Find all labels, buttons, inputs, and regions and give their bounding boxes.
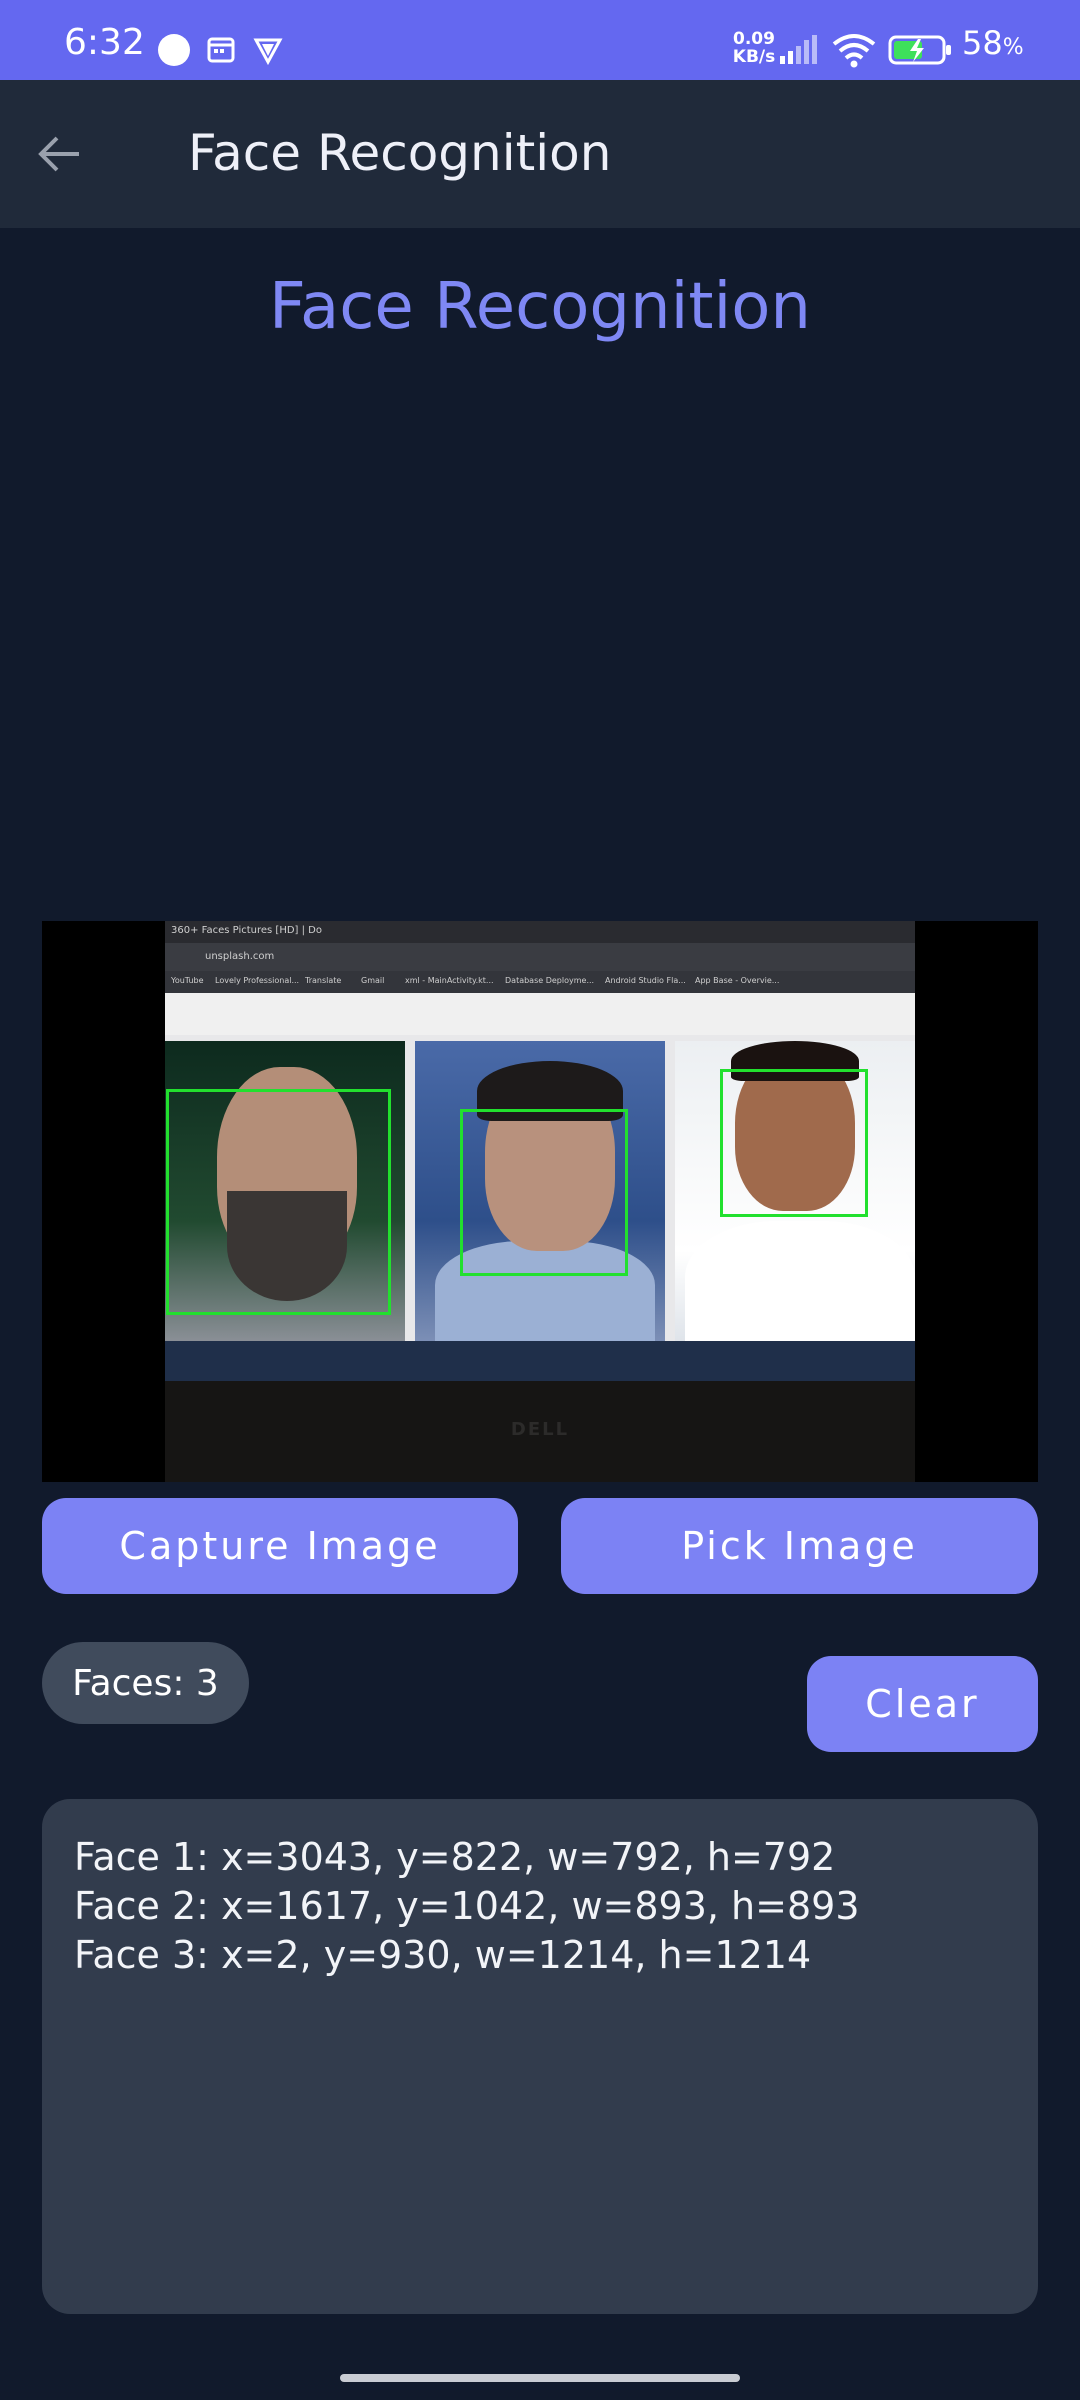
home-indicator[interactable] — [340, 2374, 740, 2382]
photo-bookmark: Lovely Professional... — [215, 976, 300, 985]
result-line: Face 3: x=2, y=930, w=1214, h=1214 — [74, 1933, 812, 1977]
photo-bookmark: YouTube — [171, 976, 204, 985]
results-panel: Face 1: x=3043, y=822, w=792, h=792 Face… — [42, 1799, 1038, 2314]
battery-charging-icon — [888, 35, 951, 65]
photo-webpage-header — [165, 993, 915, 1035]
photo-taskbar — [165, 1341, 915, 1381]
clear-button[interactable]: Clear — [807, 1656, 1038, 1752]
battery-percentage-value: 58 — [962, 24, 1003, 62]
result-line: Face 2: x=1617, y=1042, w=893, h=893 — [74, 1884, 860, 1928]
photo-browser-tabbar: 360+ Faces Pictures [HD] | Do — [165, 921, 915, 943]
page-heading: Face Recognition — [269, 270, 811, 344]
cell-signal-icon — [780, 35, 817, 64]
face-box-2 — [460, 1109, 628, 1276]
app-bar: Face Recognition — [0, 80, 1080, 228]
calendar-icon — [207, 37, 235, 63]
pick-image-button[interactable]: Pick Image — [561, 1498, 1038, 1594]
face-box-1 — [166, 1089, 391, 1315]
photo-bookmarks-bar: YouTube Lovely Professional... Translate… — [165, 971, 915, 993]
photo-bookmark: xml - MainActivity.kt... — [405, 976, 494, 985]
capture-image-button[interactable]: Capture Image — [42, 1498, 518, 1594]
network-speed: 0.09 KB/s — [724, 30, 784, 66]
photo-bookmark: App Base - Overvie... — [695, 976, 780, 985]
wifi-icon — [832, 34, 876, 68]
vpn-shield-icon — [253, 38, 283, 66]
photo-laptop-bezel: DELL — [165, 1381, 915, 1482]
face-box-3 — [720, 1069, 868, 1217]
photo-bookmark: Database Deployme... — [505, 976, 595, 985]
back-button[interactable] — [30, 124, 90, 184]
photo-url-text: unsplash.com — [205, 951, 275, 962]
faces-count-chip: Faces: 3 — [42, 1642, 249, 1724]
app-bar-title: Face Recognition — [188, 124, 612, 182]
photo-laptop-brand: DELL — [510, 1419, 570, 1440]
photo-bookmark: Gmail — [361, 976, 385, 985]
photo-tab-text: 360+ Faces Pictures [HD] | Do — [171, 925, 322, 936]
image-preview: 360+ Faces Pictures [HD] | Do unsplash.c… — [42, 921, 1038, 1482]
photo-bookmark: Translate — [305, 976, 342, 985]
status-time: 6:32 — [64, 22, 145, 63]
shirt — [685, 1221, 915, 1361]
battery-percentage-unit: % — [1002, 35, 1024, 60]
notification-dot-icon — [158, 34, 190, 66]
battery-percentage: 58% — [962, 24, 1024, 62]
photo-browser-urlbar: unsplash.com — [165, 943, 915, 971]
result-line: Face 1: x=3043, y=822, w=792, h=792 — [74, 1835, 836, 1879]
photo-bookmark: Android Studio Fla... — [605, 976, 686, 985]
arrow-left-icon — [38, 136, 79, 172]
status-bar: 6:32 0.09 KB/s 58% — [0, 0, 1080, 80]
network-speed-value: 0.09 — [733, 29, 775, 49]
network-speed-unit: KB/s — [732, 47, 776, 67]
